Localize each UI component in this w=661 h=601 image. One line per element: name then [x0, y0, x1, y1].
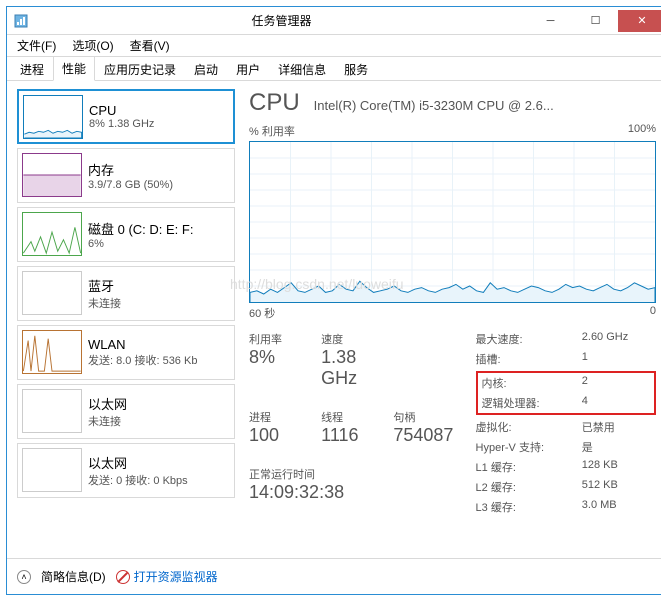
label-cores: 内核: — [482, 375, 572, 391]
stat-speed: 速度 1.38 GHz — [321, 331, 393, 401]
tab-performance[interactable]: 性能 — [53, 56, 95, 81]
performance-sidebar: CPU 8% 1.38 GHz 内存 3.9/7.8 GB (50%) 磁盘 — [17, 89, 235, 558]
chart-label-max: 100% — [628, 123, 656, 139]
sidebar-disk-sub: 6% — [88, 238, 193, 250]
minimize-button[interactable]: ─ — [528, 10, 573, 32]
statusbar: ˄ 简略信息(D) 打开资源监视器 — [7, 558, 661, 594]
sidebar-memory-title: 内存 — [88, 160, 173, 179]
stat-uptime: 正常运行时间 14:09:32:38 — [249, 466, 466, 515]
sidebar-wlan-sub: 发送: 8.0 接收: 536 Kb — [88, 352, 197, 368]
tab-details[interactable]: 详细信息 — [269, 57, 335, 81]
brief-info-button[interactable]: 简略信息(D) — [41, 568, 106, 585]
content-area: CPU 8% 1.38 GHz 内存 3.9/7.8 GB (50%) 磁盘 — [7, 81, 661, 558]
main-heading: CPU — [249, 89, 300, 117]
ethernet2-mini-chart — [22, 448, 82, 492]
label-logical: 逻辑处理器: — [482, 395, 572, 411]
menu-options[interactable]: 选项(O) — [68, 35, 117, 56]
value-logical: 4 — [582, 395, 650, 411]
sidebar-ethernet2-sub: 发送: 0 接收: 0 Kbps — [88, 472, 188, 488]
sidebar-ethernet1-title: 以太网 — [88, 394, 127, 413]
chart-bottom-labels: 60 秒 0 — [249, 305, 656, 321]
sidebar-bluetooth-title: 蓝牙 — [88, 276, 121, 295]
stats-right: 最大速度: 2.60 GHz 插槽: 1 内核: 2 逻辑处理器: 4 虚拟化:… — [466, 331, 656, 515]
label-hyperv: Hyper-V 支持: — [476, 439, 572, 455]
maximize-button[interactable]: ☐ — [573, 10, 618, 32]
tab-processes[interactable]: 进程 — [11, 57, 53, 81]
disk-mini-chart — [22, 212, 82, 256]
value-virt: 已禁用 — [582, 419, 656, 435]
sidebar-item-bluetooth[interactable]: 蓝牙 未连接 — [17, 266, 235, 321]
close-button[interactable]: ✕ — [618, 10, 661, 32]
sidebar-ethernet1-sub: 未连接 — [88, 413, 127, 429]
value-l3: 3.0 MB — [582, 499, 656, 515]
tab-startup[interactable]: 启动 — [185, 57, 227, 81]
wlan-mini-chart — [22, 330, 82, 374]
highlight-cores-logical: 内核: 2 逻辑处理器: 4 — [476, 371, 656, 415]
tab-app-history[interactable]: 应用历史记录 — [95, 57, 185, 81]
stats-area: 利用率 8% 速度 1.38 GHz 进程 100 线程 1116 — [249, 331, 656, 515]
app-icon — [7, 14, 35, 28]
bluetooth-mini-chart — [22, 271, 82, 315]
stat-utilization: 利用率 8% — [249, 331, 321, 401]
sidebar-bluetooth-sub: 未连接 — [88, 295, 121, 311]
label-l3: L3 缓存: — [476, 499, 572, 515]
label-virt: 虚拟化: — [476, 419, 572, 435]
memory-mini-chart — [22, 153, 82, 197]
value-max-speed: 2.60 GHz — [582, 331, 656, 347]
sidebar-item-ethernet2[interactable]: 以太网 发送: 0 接收: 0 Kbps — [17, 443, 235, 498]
menu-file[interactable]: 文件(F) — [13, 35, 60, 56]
sidebar-cpu-title: CPU — [89, 103, 154, 118]
cpu-mini-chart — [23, 95, 83, 139]
cpu-usage-chart[interactable]: http://blog.csdn.net/luoweifu — [249, 141, 656, 303]
sidebar-ethernet2-title: 以太网 — [88, 453, 188, 472]
window-title: 任务管理器 — [35, 12, 528, 29]
chart-x-right: 0 — [650, 305, 656, 321]
menubar: 文件(F) 选项(O) 查看(V) — [7, 35, 661, 57]
task-manager-window: 任务管理器 ─ ☐ ✕ 文件(F) 选项(O) 查看(V) 进程 性能 应用历史… — [6, 6, 661, 595]
value-sockets: 1 — [582, 351, 656, 367]
chart-label-y: % 利用率 — [249, 123, 295, 139]
sidebar-item-ethernet1[interactable]: 以太网 未连接 — [17, 384, 235, 439]
resource-monitor-icon — [116, 570, 130, 584]
stats-left: 利用率 8% 速度 1.38 GHz 进程 100 线程 1116 — [249, 331, 466, 515]
value-l1: 128 KB — [582, 459, 656, 475]
sidebar-cpu-sub: 8% 1.38 GHz — [89, 118, 154, 130]
window-controls: ─ ☐ ✕ — [528, 10, 661, 32]
sidebar-wlan-title: WLAN — [88, 337, 197, 352]
menu-view[interactable]: 查看(V) — [126, 35, 174, 56]
label-sockets: 插槽: — [476, 351, 572, 367]
tabstrip: 进程 性能 应用历史记录 启动 用户 详细信息 服务 — [7, 57, 661, 81]
main-header: CPU Intel(R) Core(TM) i5-3230M CPU @ 2.6… — [249, 89, 656, 117]
label-max-speed: 最大速度: — [476, 331, 572, 347]
cpu-name: Intel(R) Core(TM) i5-3230M CPU @ 2.6... — [314, 98, 554, 113]
stat-processes: 进程 100 — [249, 409, 321, 458]
sidebar-item-wlan[interactable]: WLAN 发送: 8.0 接收: 536 Kb — [17, 325, 235, 380]
main-panel: CPU Intel(R) Core(TM) i5-3230M CPU @ 2.6… — [235, 89, 656, 558]
value-l2: 512 KB — [582, 479, 656, 495]
open-resource-monitor-link[interactable]: 打开资源监视器 — [134, 568, 218, 585]
chevron-up-icon[interactable]: ˄ — [17, 570, 31, 584]
chart-x-left: 60 秒 — [249, 305, 275, 321]
sidebar-memory-sub: 3.9/7.8 GB (50%) — [88, 179, 173, 191]
tab-users[interactable]: 用户 — [227, 57, 269, 81]
label-l2: L2 缓存: — [476, 479, 572, 495]
titlebar: 任务管理器 ─ ☐ ✕ — [7, 7, 661, 35]
tab-services[interactable]: 服务 — [335, 57, 377, 81]
label-l1: L1 缓存: — [476, 459, 572, 475]
value-hyperv: 是 — [582, 439, 656, 455]
ethernet1-mini-chart — [22, 389, 82, 433]
stat-threads: 线程 1116 — [321, 409, 393, 458]
sidebar-item-cpu[interactable]: CPU 8% 1.38 GHz — [17, 89, 235, 144]
stat-handles: 句柄 754087 — [393, 409, 465, 458]
sidebar-item-memory[interactable]: 内存 3.9/7.8 GB (50%) — [17, 148, 235, 203]
sidebar-item-disk[interactable]: 磁盘 0 (C: D: E: F: 6% — [17, 207, 235, 262]
chart-top-labels: % 利用率 100% — [249, 123, 656, 139]
value-cores: 2 — [582, 375, 650, 391]
sidebar-disk-title: 磁盘 0 (C: D: E: F: — [88, 219, 193, 238]
